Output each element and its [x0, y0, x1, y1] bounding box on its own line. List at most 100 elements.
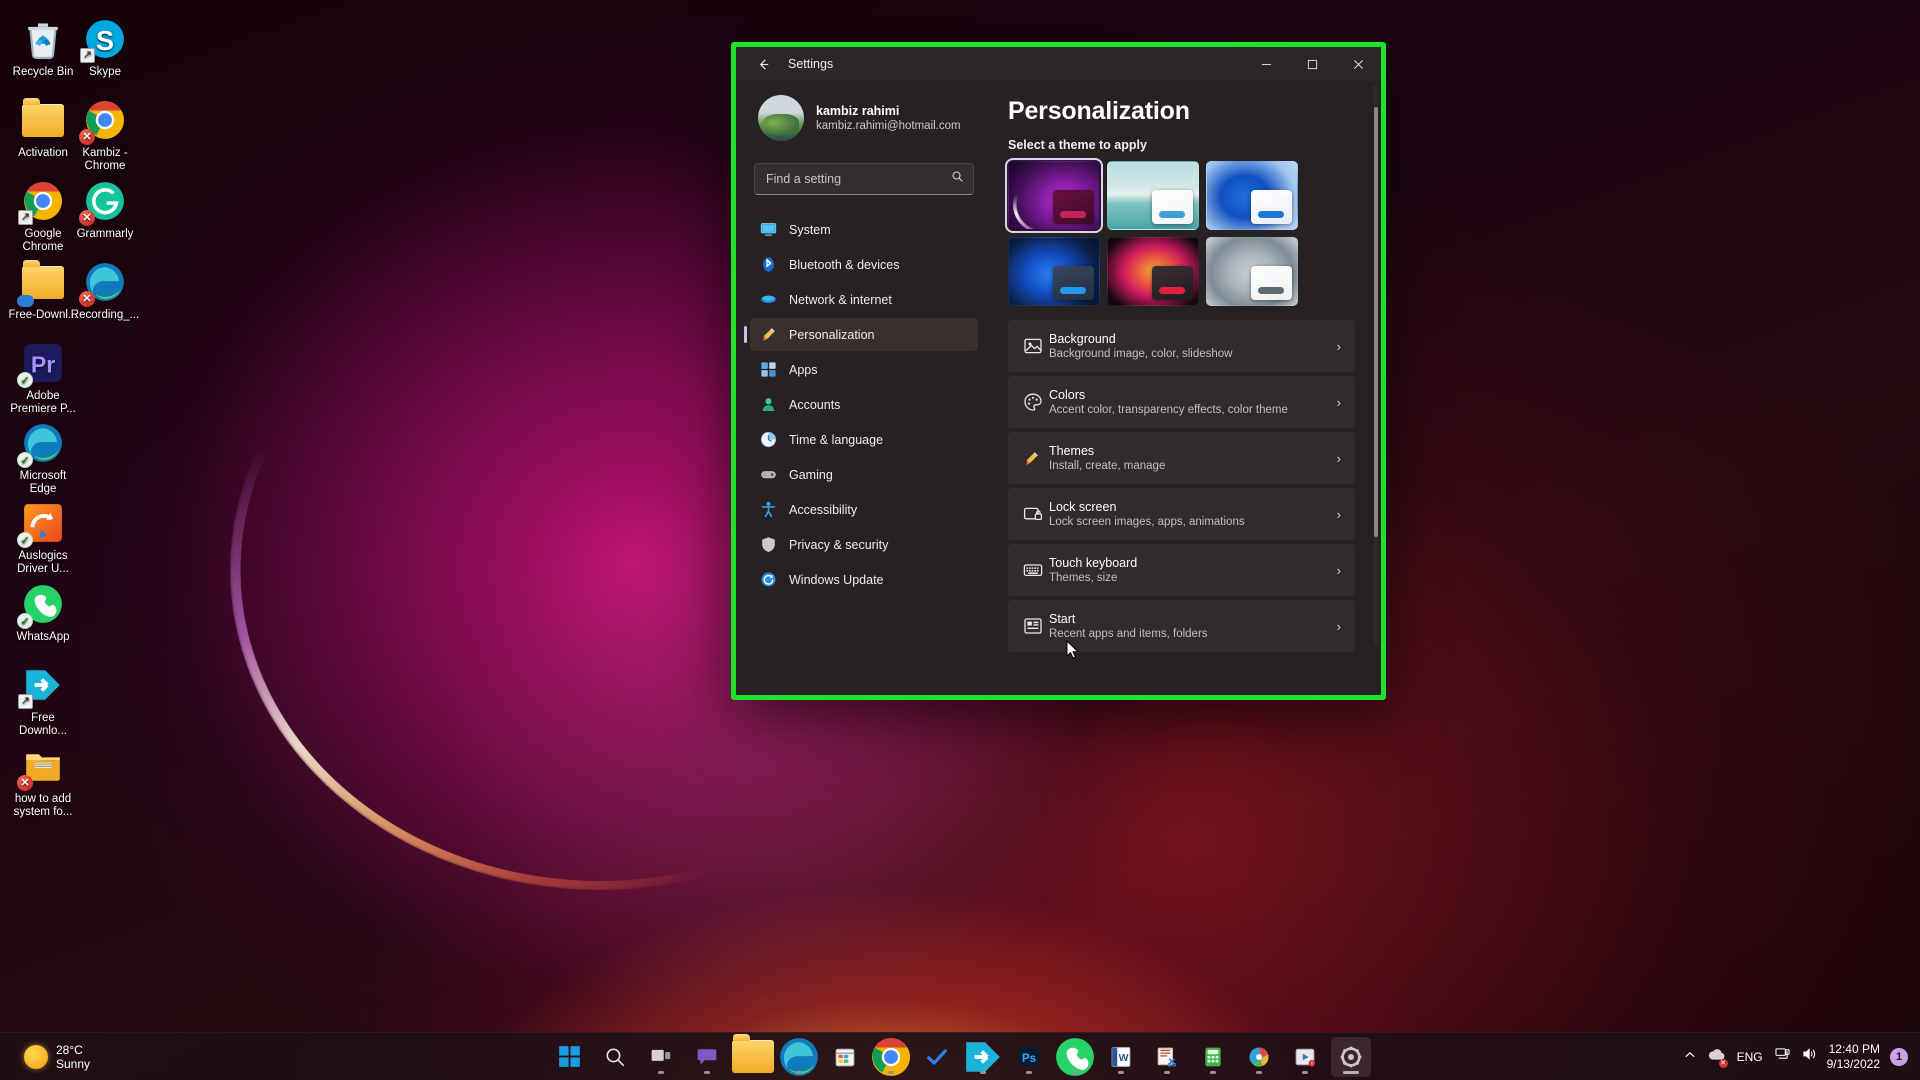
desktop-icon[interactable]: S ↗ Skype [68, 16, 142, 79]
maximize-button[interactable] [1289, 47, 1335, 81]
sidebar-item-time-language[interactable]: Time & language [750, 423, 978, 456]
running-indicator [1118, 1070, 1124, 1074]
account-header[interactable]: kambiz rahimi kambiz.rahimi@hotmail.com [750, 81, 978, 149]
notification-badge[interactable]: 1 [1890, 1047, 1908, 1066]
onedrive-error-icon[interactable]: ✕ [1708, 1048, 1728, 1068]
edge-icon: ✓ [17, 420, 66, 468]
media-player-icon: ! [1294, 1046, 1316, 1068]
sidebar-item-accessibility[interactable]: Accessibility [750, 493, 978, 526]
flow-dark-theme[interactable] [1107, 237, 1199, 306]
desktop-icon[interactable]: ✓ WhatsApp [6, 581, 80, 644]
desktop-icon[interactable]: ✓ Auslogics Driver U... [6, 500, 80, 575]
settings-row-themes[interactable]: Themes Install, create, manage › [1008, 432, 1355, 484]
microsoft-edge-button[interactable] [779, 1037, 819, 1077]
captured-motion-light-theme[interactable] [1206, 237, 1298, 306]
settings-window[interactable]: Settings kambiz rahimi kambiz.rahimi@hot… [731, 42, 1386, 700]
teams-chat-button[interactable] [687, 1037, 727, 1077]
clock-date: 9/13/2022 [1826, 1056, 1880, 1071]
sidebar-item-label: Windows Update [789, 572, 884, 587]
desktop-icon[interactable]: ↗ Free Downlo... [6, 662, 80, 737]
theme-preview-accent [1258, 211, 1284, 218]
todo-button[interactable] [917, 1037, 957, 1077]
windows-bloom-light-theme[interactable] [1206, 161, 1298, 230]
theme-preview-accent [1258, 287, 1284, 294]
whatsapp-button[interactable] [1055, 1037, 1095, 1077]
glow-beach-theme[interactable] [1107, 161, 1199, 230]
error-badge-icon: ✕ [79, 291, 95, 307]
settings-content: Personalization Select a theme to apply … [988, 81, 1381, 695]
calculator-button[interactable] [1193, 1037, 1233, 1077]
settings-row-subtitle: Lock screen images, apps, animations [1049, 515, 1245, 528]
sidebar-item-gaming[interactable]: Gaming [750, 458, 978, 491]
desktop-icon[interactable]: Pr ✓ Adobe Premiere P... [6, 340, 80, 415]
sidebar-item-label: Bluetooth & devices [789, 257, 900, 272]
desktop-icon[interactable]: ✓ Microsoft Edge [6, 420, 80, 495]
settings-sidebar: kambiz rahimi kambiz.rahimi@hotmail.com … [736, 81, 988, 695]
paintbrush-icon [760, 326, 777, 343]
sidebar-item-windows-update[interactable]: Windows Update [750, 563, 978, 596]
sidebar-item-system[interactable]: System [750, 213, 978, 246]
google-chrome-button[interactable] [871, 1037, 911, 1077]
microsoft-store-button[interactable] [825, 1037, 865, 1077]
network-icon[interactable] [1775, 1047, 1790, 1066]
start-button[interactable] [549, 1037, 589, 1077]
page-title: Personalization [1008, 97, 1190, 125]
minimize-button[interactable] [1243, 47, 1289, 81]
account-email: kambiz.rahimi@hotmail.com [816, 119, 961, 132]
free-download-manager-button[interactable] [963, 1037, 1003, 1077]
sidebar-item-label: System [789, 222, 831, 237]
settings-row-start[interactable]: Start Recent apps and items, folders › [1008, 600, 1355, 652]
sidebar-item-personalization[interactable]: Personalization [744, 318, 978, 351]
photoshop-button[interactable]: Ps [1009, 1037, 1049, 1077]
content-scrollbar[interactable] [1374, 85, 1378, 645]
settings-button[interactable] [1331, 1036, 1371, 1077]
settings-row-lock-screen[interactable]: Lock screen Lock screen images, apps, ani… [1008, 488, 1355, 540]
sidebar-item-apps[interactable]: Apps [750, 353, 978, 386]
word-button[interactable]: W [1101, 1037, 1141, 1077]
close-button[interactable] [1335, 47, 1381, 81]
search-container [754, 163, 974, 195]
clock[interactable]: 12:40 PM 9/13/2022 [1827, 1042, 1880, 1072]
settings-row-subtitle: Themes, size [1049, 571, 1118, 584]
search-button[interactable] [595, 1037, 635, 1077]
paint-button[interactable] [1239, 1037, 1279, 1077]
svg-text:!: ! [1311, 1061, 1313, 1067]
sidebar-item-bluetooth-devices[interactable]: Bluetooth & devices [750, 248, 978, 281]
media-player-button[interactable]: ! [1285, 1037, 1325, 1077]
settings-row-subtitle: Recent apps and items, folders [1049, 627, 1208, 640]
theme-preview-window [1053, 190, 1094, 224]
desktop-icon[interactable]: ✕ Recording_... [68, 259, 142, 322]
system-tray: ✕ ENG 12:40 PM 9/13/2022 1 [1684, 1042, 1920, 1072]
windows-bloom-dark-theme[interactable] [1008, 237, 1100, 306]
desktop-icon-label: Recording_... [70, 309, 140, 321]
volume-icon[interactable] [1802, 1047, 1817, 1066]
paintbrush-icon [1023, 450, 1049, 467]
file-explorer-button[interactable] [732, 1034, 774, 1077]
desktop-icon[interactable]: ✕ Kambiz - Chrome [68, 97, 142, 172]
sidebar-item-privacy-security[interactable]: Privacy & security [750, 528, 978, 561]
settings-row-title: Colors [1049, 387, 1086, 402]
svg-text:Pr: Pr [31, 351, 55, 377]
sidebar-item-accounts[interactable]: Accounts [750, 388, 978, 421]
settings-row-touch-keyboard[interactable]: Touch keyboard Themes, size › [1008, 544, 1355, 596]
back-button[interactable] [746, 51, 780, 77]
desktop-icon[interactable]: ✕ Grammarly [68, 178, 142, 241]
windows-light-purple-theme[interactable] [1005, 158, 1103, 233]
shortcut-badge-icon: ↗ [18, 210, 33, 225]
chat-icon [695, 1046, 719, 1068]
error-badge-icon: ✕ [79, 210, 95, 226]
settings-row-colors[interactable]: Colors Accent color, transparency effects… [1008, 376, 1355, 428]
running-indicator [658, 1070, 664, 1074]
desktop-icon[interactable]: ✕ how to add system fo... [6, 743, 80, 818]
settings-row-background[interactable]: Background Background image, color, slide… [1008, 320, 1355, 372]
sidebar-item-network-internet[interactable]: Network & internet [750, 283, 978, 316]
premiere-icon: Pr ✓ [17, 340, 66, 388]
language-indicator[interactable]: ENG [1737, 1050, 1763, 1064]
weather-widget[interactable]: 28°C Sunny [16, 1039, 98, 1075]
snipping-tool-button[interactable] [1147, 1037, 1187, 1077]
svg-text:S: S [96, 25, 114, 56]
show-hidden-icons-button[interactable] [1684, 1049, 1696, 1064]
search-input[interactable] [754, 163, 974, 195]
task-view-button[interactable] [641, 1037, 681, 1077]
wifi-icon [760, 291, 777, 308]
